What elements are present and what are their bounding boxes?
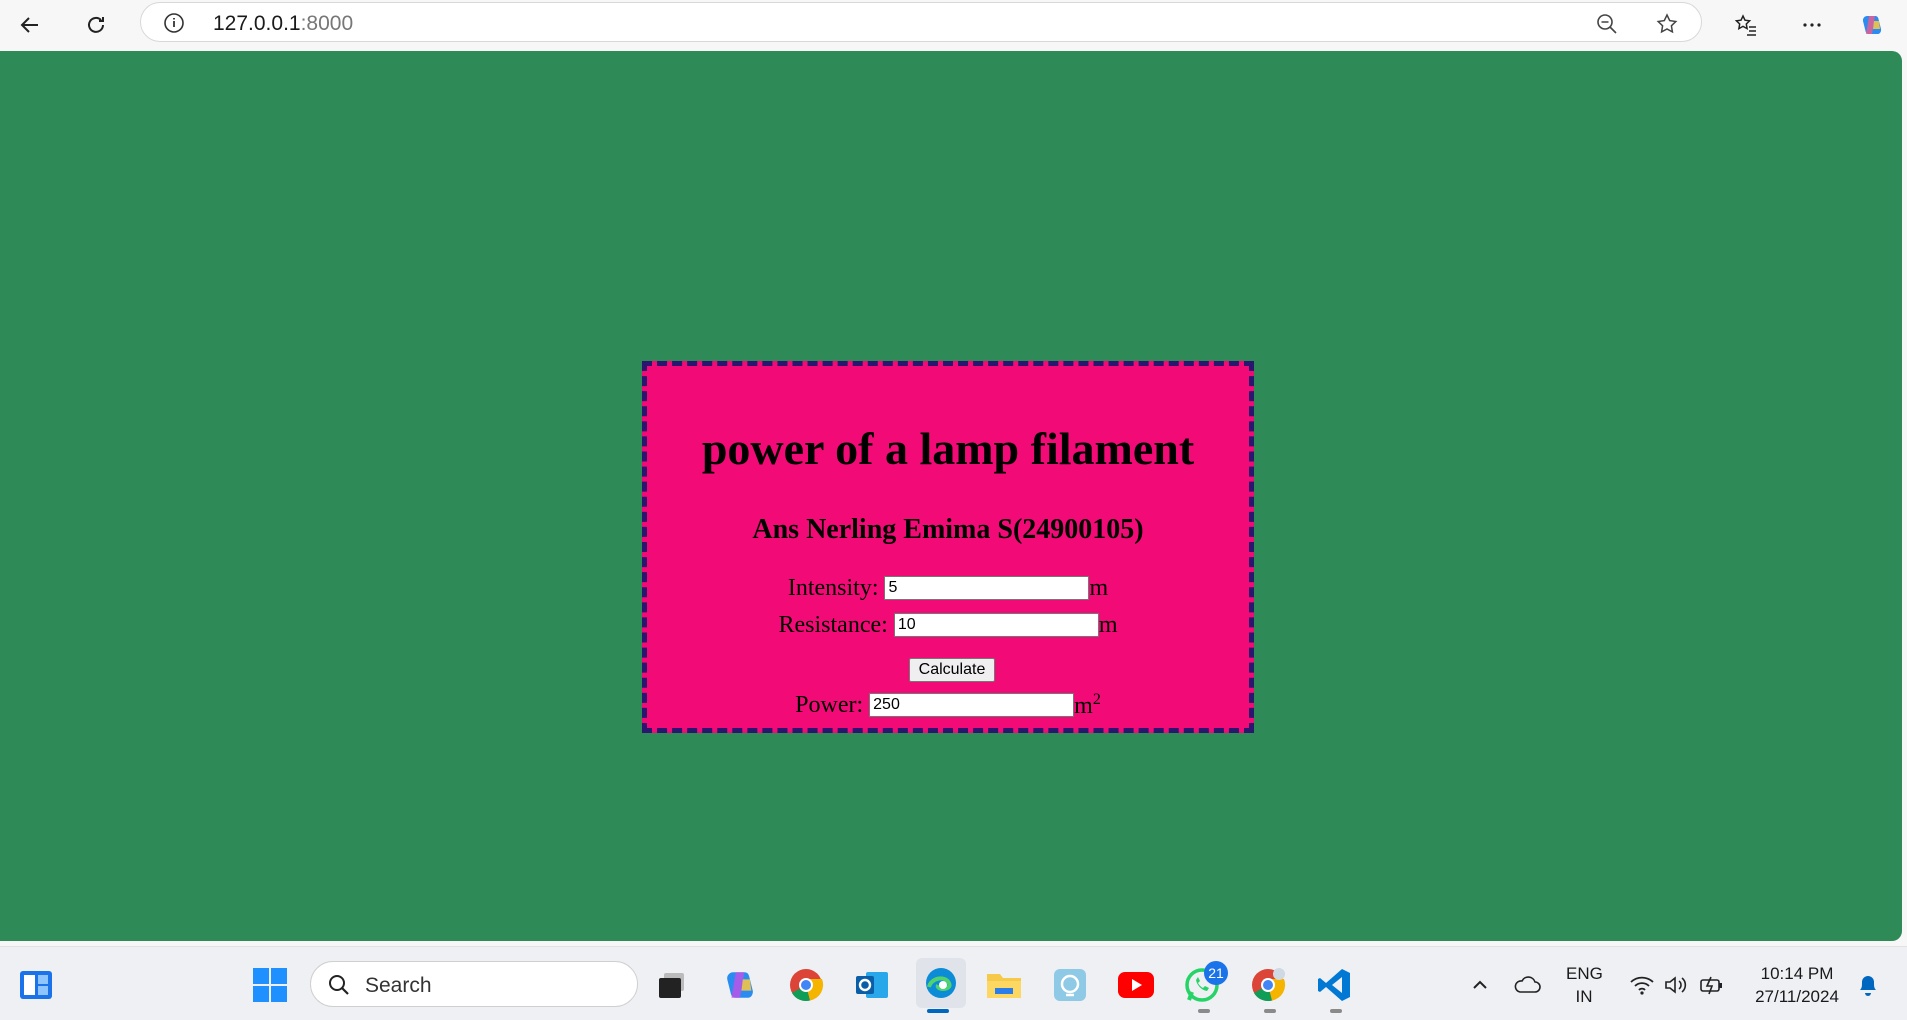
onedrive-button[interactable] [1505,963,1549,1007]
intensity-row: Intensity: m [647,576,1249,600]
favorite-star-icon[interactable] [1655,12,1679,36]
folder-icon [987,974,1021,998]
widgets-button[interactable] [14,963,58,1007]
reload-icon [88,16,104,33]
resistance-label: Resistance: [778,612,888,638]
reload-button[interactable] [76,5,116,45]
intensity-unit: m [1089,575,1109,601]
battery-button[interactable] [1690,963,1734,1007]
task-view-button[interactable] [650,963,694,1007]
chevron-up-icon [1473,980,1487,989]
edge-active-indicator [927,1009,949,1013]
address-bar[interactable]: 127.0.0.1:8000 [140,2,1702,42]
site-info-icon[interactable] [163,12,185,34]
clock[interactable]: 10:14 PM 27/11/2024 [1742,962,1852,1008]
outlook-icon [856,972,888,998]
chrome-profile-taskbar-button[interactable] [1246,963,1290,1007]
file-explorer-taskbar-button[interactable] [982,963,1026,1007]
notifications-button[interactable] [1846,963,1890,1007]
favorites-button[interactable] [1726,5,1766,45]
app-taskbar-button[interactable] [1048,963,1092,1007]
calculator-card: power of a lamp filament Ans Nerling Emi… [642,361,1254,733]
chrome-icon [1252,968,1286,1002]
search-label: Search [365,974,432,997]
outlook-taskbar-button[interactable] [850,963,894,1007]
copilot-icon [727,972,753,998]
speaker-icon [1665,976,1687,994]
start-button[interactable] [248,963,292,1007]
app-icon [1054,969,1086,1001]
calculate-button[interactable]: Calculate [909,658,995,682]
task-view-icon [659,973,684,998]
cloud-icon [1514,976,1541,993]
resistance-input[interactable] [893,613,1099,637]
language-code: ENG [1566,964,1603,983]
chrome-icon [790,969,824,1002]
zoom-out-icon[interactable] [1595,12,1619,36]
vscode-running-indicator [1330,1009,1342,1013]
taskbar: Search 21 ENG IN 10:14 PM 27/11/2024 [0,946,1907,1020]
youtube-icon [1118,972,1154,998]
wifi-icon [1630,976,1654,995]
intensity-label: Intensity: [787,575,879,601]
page-viewport: power of a lamp filament Ans Nerling Emi… [0,51,1902,941]
battery-charging-icon [1700,976,1722,995]
more-dots-icon [1803,23,1821,27]
whatsapp-running-indicator [1198,1009,1210,1013]
edge-taskbar-button[interactable] [916,958,966,1008]
search-icon [329,975,349,995]
resistance-unit: m [1098,612,1118,638]
chrome-taskbar-button[interactable] [784,963,828,1007]
copilot-taskbar-button[interactable] [718,963,762,1007]
edge-icon [926,968,956,998]
power-unit: m2 [1074,691,1101,719]
browser-toolbar: 127.0.0.1:8000 [0,0,1907,49]
copilot-icon [1862,16,1882,34]
page-title: power of a lamp filament [701,423,1195,474]
widgets-icon [20,971,52,999]
vscode-icon [1318,969,1350,1001]
chrome-running-indicator [1264,1009,1276,1013]
language-indicator[interactable]: ENG IN [1566,962,1603,1008]
back-button[interactable] [10,5,50,45]
clock-time: 10:14 PM [1760,964,1834,983]
power-label: Power: [795,692,864,718]
youtube-taskbar-button[interactable] [1114,963,1158,1007]
bell-icon [1860,976,1876,996]
author-heading: Ans Nerling Emima S(24900105) [752,514,1144,545]
power-row: Power: m2 [647,691,1249,719]
show-hidden-icons-button[interactable] [1458,963,1502,1007]
clock-date: 27/11/2024 [1755,987,1839,1006]
intensity-input[interactable] [884,576,1090,600]
windows-logo-icon [253,968,287,1002]
more-menu-button[interactable] [1792,5,1832,45]
back-arrow-icon [20,17,38,33]
whatsapp-badge: 21 [1204,961,1228,985]
copilot-button[interactable] [1852,5,1892,45]
resistance-row: Resistance: m [647,613,1249,637]
region-code: IN [1575,987,1593,1006]
taskbar-search[interactable]: Search [310,961,638,1007]
favorites-list-icon [1734,14,1756,36]
url-text[interactable]: 127.0.0.1:8000 [213,12,353,36]
vscode-taskbar-button[interactable] [1312,963,1356,1007]
power-output[interactable] [869,693,1075,717]
